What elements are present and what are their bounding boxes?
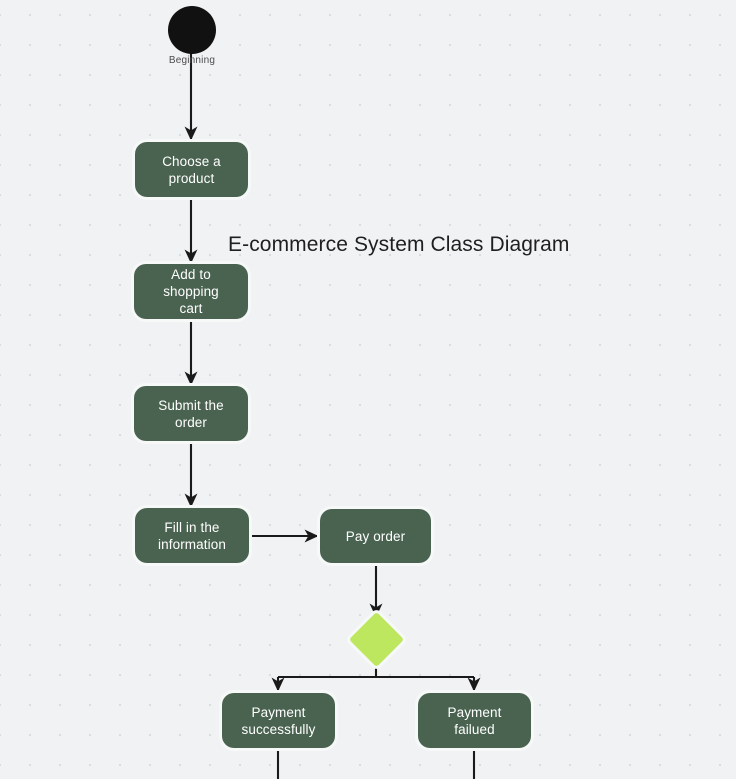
start-node[interactable] <box>168 6 216 54</box>
start-node-label: Beginning <box>168 55 216 66</box>
node-choose-a-product-label: Choose a product <box>162 153 221 186</box>
diagram-title: E-commerce System Class Diagram <box>228 233 570 256</box>
diagram-canvas[interactable]: Beginning E-commerce System Class Diagra… <box>0 0 736 779</box>
node-submit-the-order[interactable]: Submit the order <box>134 386 248 441</box>
node-payment-failued-label: Payment failued <box>447 704 502 737</box>
node-payment-successfully[interactable]: Payment successfully <box>222 693 335 748</box>
node-payment-successfully-label: Payment successfully <box>241 704 316 737</box>
node-fill-in-the-information[interactable]: Fill in the information <box>135 508 249 563</box>
node-payment-failued[interactable]: Payment failued <box>418 693 531 748</box>
node-choose-a-product[interactable]: Choose a product <box>135 142 248 197</box>
node-submit-the-order-label: Submit the order <box>158 397 224 430</box>
edge-layer <box>184 44 481 779</box>
node-pay-order-label: Pay order <box>345 528 406 544</box>
node-fill-in-the-information-label: Fill in the information <box>158 519 226 552</box>
node-add-to-shopping-cart[interactable]: Add to shopping cart <box>134 264 248 319</box>
node-payment-decision[interactable] <box>348 611 405 668</box>
node-pay-order[interactable]: Pay order <box>320 509 431 563</box>
node-add-to-shopping-cart-label: Add to shopping cart <box>163 267 219 316</box>
